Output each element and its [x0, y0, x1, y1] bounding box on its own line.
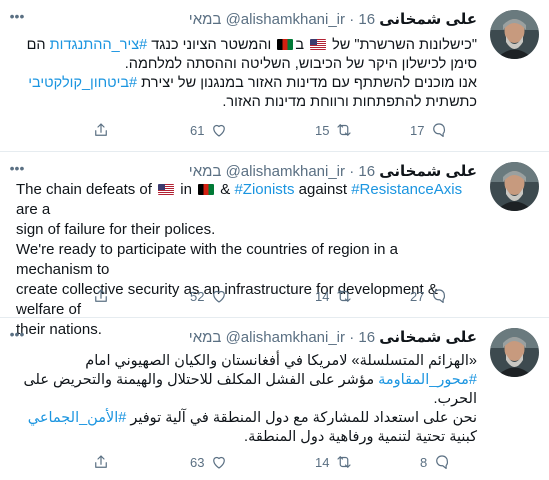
author-handle[interactable]: @alishamkhani_ir — [226, 11, 345, 28]
like-icon — [213, 456, 226, 469]
reply-count: 8 — [420, 454, 428, 470]
author-name[interactable]: علی شمخانی — [379, 163, 477, 180]
reply-icon — [433, 289, 446, 303]
tweet-line: "כישלונות השרשרת" של ב והמשטר הציוני כנג… — [16, 36, 477, 55]
tweet-line: #محور_المقاومة مؤشر على الفشل المكلف للا… — [16, 371, 477, 390]
reply-button[interactable]: 17 — [410, 120, 448, 140]
reply-icon — [436, 455, 449, 469]
us-flag-icon — [158, 184, 175, 195]
text-segment: ב — [295, 37, 309, 53]
tweet-text: "כישלונות השרשרת" של ב והמשטר הציוני כנג… — [16, 36, 477, 112]
like-count: 61 — [190, 122, 205, 138]
avatar[interactable] — [490, 162, 539, 211]
reply-icon — [433, 123, 446, 137]
tweet-line: كبنية تحتية لتنمية ورفاهية دول المنطقة. — [244, 429, 477, 445]
text-segment: against — [294, 181, 352, 198]
share-icon — [95, 123, 107, 136]
like-icon — [213, 290, 226, 303]
share-icon — [95, 455, 107, 468]
text-segment: & — [216, 181, 235, 198]
more-dots-icon[interactable]: ••• — [6, 8, 28, 24]
tweet-header: علی شمخانی @alishamkhani_ir · 16 במאי — [189, 10, 477, 30]
like-count: 52 — [190, 288, 205, 304]
reply-count: 27 — [410, 288, 425, 304]
separator-dot: · — [349, 329, 355, 346]
tweet-line: «الهزائم المتسلسلة» لامريكا في أفغانستان… — [85, 353, 477, 369]
share-button[interactable] — [92, 286, 110, 306]
text-segment: "כישלונות השרשרת" של — [328, 37, 477, 53]
text-segment: are a — [16, 201, 51, 218]
tweet-line: כתשתית להתפתחות ורווחת מדינות האזור. — [222, 94, 477, 110]
tweet[interactable]: ••• علی شمخانی @alishamkhani_ir · 16 במא… — [0, 0, 549, 152]
reply-button[interactable]: 27 — [410, 286, 448, 306]
retweet-button[interactable]: 14 — [315, 286, 353, 306]
tweet[interactable]: ••• علی شمخانی @alishamkhani_ir · 16 במא… — [0, 152, 549, 338]
like-button[interactable]: 63 — [190, 452, 228, 472]
reply-button[interactable]: 8 — [420, 452, 451, 472]
tweet-line: אנו מוכנים להשתתף עם מדינות האזור במנגנו… — [16, 74, 477, 93]
share-icon — [95, 289, 107, 302]
share-button[interactable] — [92, 452, 110, 472]
like-button[interactable]: 52 — [190, 286, 228, 306]
retweet-count: 14 — [315, 288, 330, 304]
tweet-text: The chain defeats of in & #Zionists agai… — [16, 180, 477, 340]
tweet-header: علی شمخانی @alishamkhani_ir · 16 במאי — [189, 328, 477, 348]
retweet-icon — [337, 456, 352, 468]
reply-count: 17 — [410, 122, 425, 138]
retweet-icon — [337, 290, 352, 302]
retweet-count: 14 — [315, 454, 330, 470]
hashtag-link[interactable]: #Zionists — [234, 181, 294, 198]
more-dots-icon[interactable]: ••• — [6, 160, 28, 176]
author-name[interactable]: علی شمخانی — [379, 11, 477, 28]
text-segment: הם — [26, 37, 50, 53]
author-name[interactable]: علی شمخانی — [379, 329, 477, 346]
avatar[interactable] — [490, 10, 539, 59]
tweet-line: We're ready to participate with the coun… — [16, 241, 398, 278]
text-segment: مؤشر على الفشل المكلف للاحتلال والهيمنة … — [23, 372, 379, 388]
tweet-actions: 8 14 63 — [0, 452, 549, 472]
hashtag-link[interactable]: #ביטחון_קולקטיבי — [28, 75, 137, 91]
hashtag-link[interactable]: #الأمن_الجماعي — [28, 410, 127, 426]
author-handle[interactable]: @alishamkhani_ir — [226, 329, 345, 346]
afghanistan-flag-icon — [277, 39, 294, 50]
tweet[interactable]: ••• علی شمخانی @alishamkhani_ir · 16 במא… — [0, 318, 549, 480]
more-dots-icon[interactable]: ••• — [6, 326, 28, 342]
hashtag-link[interactable]: #محور_المقاومة — [378, 372, 477, 388]
avatar[interactable] — [490, 328, 539, 377]
text-segment: The chain defeats of — [16, 181, 157, 198]
retweet-icon — [337, 124, 352, 136]
retweet-button[interactable]: 14 — [315, 452, 353, 472]
tweet-line: sign of failure for their polices. — [16, 221, 216, 238]
share-button[interactable] — [92, 120, 110, 140]
tweet-line: The chain defeats of in & #Zionists agai… — [16, 180, 477, 220]
like-count: 63 — [190, 454, 205, 470]
retweet-count: 15 — [315, 122, 330, 138]
tweet-line: نحن على استعداد للمشاركة مع دول المنطقة … — [16, 409, 477, 428]
separator-dot: · — [349, 163, 355, 180]
like-icon — [213, 124, 226, 137]
tweet-line: الحرب. — [433, 391, 478, 407]
tweet-line: סימן לכישלון היקר של הכיבוש, השליטה וההס… — [124, 56, 477, 72]
hashtag-link[interactable]: #ציר_ההתנגדות — [50, 37, 148, 53]
us-flag-icon — [310, 39, 327, 50]
text-segment: והמשטר הציוני כנגד — [147, 37, 276, 53]
separator-dot: · — [349, 11, 355, 28]
tweet-text: «الهزائم المتسلسلة» لامريكا في أفغانستان… — [16, 352, 477, 447]
tweet-actions: 17 15 61 — [0, 120, 549, 140]
retweet-button[interactable]: 15 — [315, 120, 353, 140]
like-button[interactable]: 61 — [190, 120, 228, 140]
afghanistan-flag-icon — [198, 184, 215, 195]
text-segment: نحن على استعداد للمشاركة مع دول المنطقة … — [126, 410, 477, 426]
hashtag-link[interactable]: #ResistanceAxis — [351, 181, 462, 198]
tweet-actions: 27 14 52 — [0, 286, 549, 306]
text-segment: in — [176, 181, 197, 198]
tweet-header: علی شمخانی @alishamkhani_ir · 16 במאי — [189, 162, 477, 182]
text-segment: אנו מוכנים להשתתף עם מדינות האזור במנגנו… — [137, 75, 477, 91]
author-handle[interactable]: @alishamkhani_ir — [226, 163, 345, 180]
